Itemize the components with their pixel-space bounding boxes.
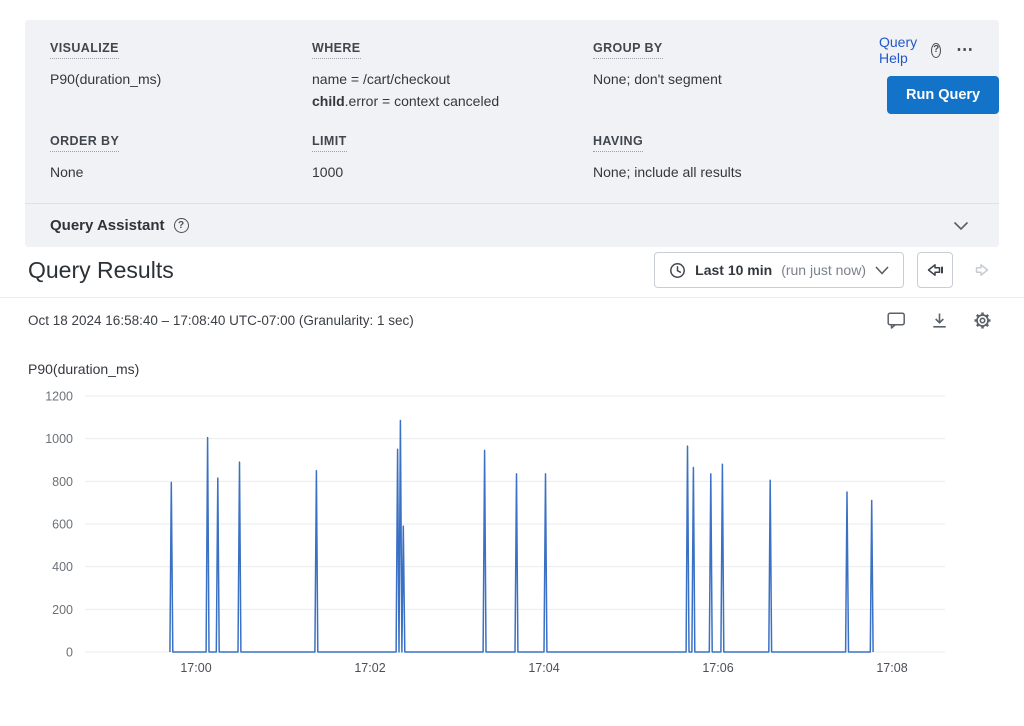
query-builder-panel: VISUALIZE P90(duration_ms) WHERE name = … — [25, 20, 999, 247]
having-value[interactable]: None; include all results — [593, 161, 879, 183]
download-icon — [931, 312, 948, 329]
svg-text:17:04: 17:04 — [528, 661, 559, 675]
clock-icon — [669, 262, 686, 279]
where-filter-2[interactable]: child.error = context canceled — [312, 90, 593, 112]
arrow-back-icon — [925, 261, 945, 279]
having-label: HAVING — [593, 134, 643, 152]
history-forward-button[interactable] — [966, 261, 996, 279]
where-clause[interactable]: WHERE name = /cart/checkout child.error … — [312, 39, 593, 112]
chevron-down-icon[interactable] — [953, 221, 969, 231]
query-assistant-title: Query Assistant — [50, 217, 165, 234]
order-by-clause[interactable]: ORDER BY None — [50, 132, 312, 183]
chart-title: P90(duration_ms) — [28, 361, 996, 377]
download-button[interactable] — [931, 312, 948, 329]
where-label: WHERE — [312, 41, 361, 59]
visualize-label: VISUALIZE — [50, 41, 119, 59]
section-divider — [0, 297, 1024, 298]
chevron-down-icon — [875, 266, 889, 275]
svg-text:17:06: 17:06 — [702, 661, 733, 675]
query-assistant-bar[interactable]: Query Assistant ? — [25, 203, 999, 247]
svg-text:17:00: 17:00 — [180, 661, 211, 675]
time-range-note: (run just now) — [781, 262, 866, 278]
limit-label: LIMIT — [312, 134, 347, 152]
where-filter-1[interactable]: name = /cart/checkout — [312, 68, 593, 90]
order-by-label: ORDER BY — [50, 134, 119, 152]
history-back-button[interactable] — [917, 252, 953, 288]
having-clause[interactable]: HAVING None; include all results — [593, 132, 879, 183]
settings-button[interactable] — [973, 311, 992, 330]
time-range-value: Last 10 min — [695, 262, 772, 278]
query-help-link[interactable]: Query Help — [879, 34, 922, 66]
limit-value[interactable]: 1000 — [312, 161, 593, 183]
svg-text:0: 0 — [66, 646, 73, 660]
visualize-value[interactable]: P90(duration_ms) — [50, 68, 312, 90]
limit-clause[interactable]: LIMIT 1000 — [312, 132, 593, 183]
svg-text:1200: 1200 — [45, 390, 73, 404]
time-range-dropdown[interactable]: Last 10 min (run just now) — [654, 252, 904, 288]
more-menu-icon[interactable]: ⋯ — [956, 40, 973, 60]
visualize-clause[interactable]: VISUALIZE P90(duration_ms) — [50, 39, 312, 90]
group-by-value[interactable]: None; don't segment — [593, 68, 879, 90]
svg-text:17:08: 17:08 — [876, 661, 907, 675]
group-by-label: GROUP BY — [593, 41, 663, 59]
run-query-button[interactable]: Run Query — [887, 76, 999, 114]
group-by-clause[interactable]: GROUP BY None; don't segment — [593, 39, 879, 90]
comments-button[interactable] — [887, 312, 906, 329]
query-assistant-help-icon[interactable]: ? — [174, 218, 189, 233]
results-chart[interactable]: 0 200 400 600 800 1000 1200 17:00 17:02 17:04 17:0… — [0, 382, 1024, 682]
query-help-question-icon[interactable]: ? — [931, 43, 941, 58]
arrow-forward-icon — [972, 261, 991, 279]
svg-text:1000: 1000 — [45, 432, 73, 446]
order-by-value[interactable]: None — [50, 161, 312, 183]
svg-text:400: 400 — [52, 560, 73, 574]
gear-icon — [973, 311, 992, 330]
page-title: Query Results — [28, 257, 174, 284]
svg-text:600: 600 — [52, 518, 73, 532]
svg-text:800: 800 — [52, 475, 73, 489]
svg-text:200: 200 — [52, 603, 73, 617]
query-time-window: Oct 18 2024 16:58:40 – 17:08:40 UTC-07:0… — [28, 313, 414, 328]
svg-text:17:02: 17:02 — [354, 661, 385, 675]
comment-icon — [887, 312, 906, 329]
